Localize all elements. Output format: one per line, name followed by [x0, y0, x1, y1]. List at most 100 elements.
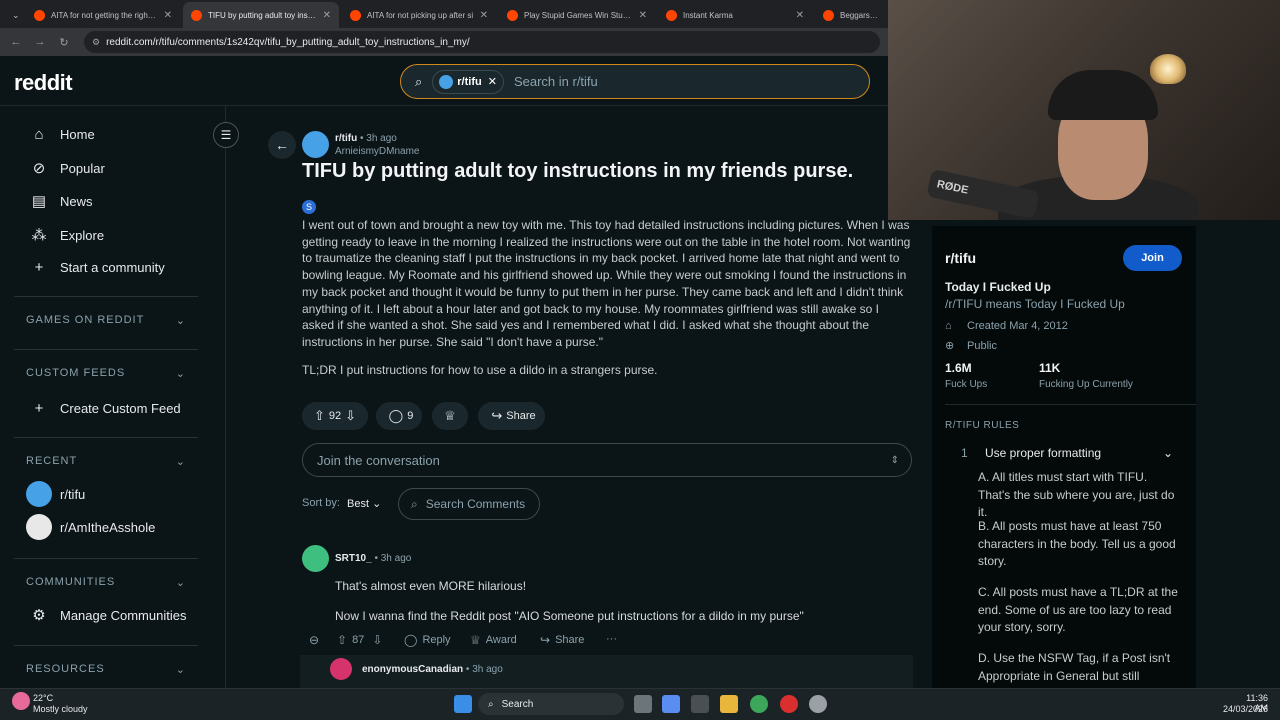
manage-communities-button[interactable]: ⚙ Manage Communities — [28, 606, 186, 624]
search-scope-chip[interactable]: r/tifu ✕ — [432, 69, 504, 94]
expand-icon: ⇕ — [890, 454, 899, 466]
close-tab-icon[interactable]: ✕ — [480, 10, 488, 21]
taskbar-search[interactable]: ⌕ Search — [478, 693, 624, 715]
close-tab-icon[interactable]: ✕ — [164, 10, 172, 21]
windows-start-icon[interactable] — [454, 695, 472, 713]
collapse-comment-button[interactable]: ⊖ — [309, 633, 324, 647]
opera-icon[interactable] — [780, 695, 798, 713]
online-count: 11K — [1039, 361, 1061, 375]
file-explorer-icon[interactable] — [720, 695, 738, 713]
section-communities[interactable]: COMMUNITIES ⌄ — [26, 576, 186, 589]
site-info-icon[interactable]: ⚙ — [92, 37, 100, 48]
commenter-avatar[interactable] — [302, 545, 329, 572]
rule-toggle[interactable]: 1 Use proper formatting ⌄ — [945, 441, 1185, 465]
sidebar-item-start-community[interactable]: + Start a community — [28, 259, 165, 276]
community-visibility: ⊕ Public — [945, 339, 997, 353]
browser-tab-5[interactable]: Instant Karma ✕ — [658, 2, 812, 28]
section-custom-feeds[interactable]: CUSTOM FEEDS ⌄ — [26, 367, 186, 380]
cake-icon: ⌂ — [945, 320, 952, 332]
chevron-down-icon: ⌄ — [175, 577, 186, 589]
search-input[interactable]: Search in r/tifu — [514, 74, 598, 89]
post-title: TIFU by putting adult toy instructions i… — [302, 160, 854, 182]
sidebar-item-news[interactable]: ▤ News — [28, 192, 93, 210]
section-resources[interactable]: RESOURCES ⌄ — [26, 663, 186, 676]
downvote-icon[interactable]: ⇩ — [345, 408, 356, 424]
tab-search-button[interactable]: ⌄ — [4, 2, 24, 28]
copilot-icon[interactable] — [662, 695, 680, 713]
comment-more-button[interactable]: ··· — [606, 633, 617, 645]
chrome-icon[interactable] — [750, 695, 768, 713]
subreddit-link[interactable]: r/tifu — [335, 133, 357, 144]
join-conversation-input[interactable]: Join the conversation ⇕ — [302, 443, 912, 477]
chevron-down-icon: ⌄ — [372, 498, 382, 510]
reload-icon[interactable]: ↻ — [52, 36, 76, 49]
back-arrow-icon: ← — [275, 137, 289, 153]
post-body: I went out of town and brought a new toy… — [302, 218, 911, 349]
sidebar-item-explore[interactable]: ⁂ Explore — [28, 226, 105, 244]
task-view-icon[interactable] — [634, 695, 652, 713]
reddit-logo[interactable]: reddit — [14, 70, 73, 96]
award-icon: ♕ — [444, 408, 456, 423]
globe-icon: ⊕ — [945, 340, 955, 352]
collapse-sidebar-button[interactable]: ☰ — [213, 122, 239, 148]
browser-tab-1[interactable]: AITA for not getting the right m ✕ — [26, 2, 180, 28]
comment-text-line: Now I wanna find the Reddit post "AIO So… — [335, 609, 804, 623]
recent-item-amitheasshole[interactable]: r/AmItheAsshole — [26, 514, 155, 540]
search-bar[interactable]: ⌕ r/tifu ✕ Search in r/tifu — [400, 64, 870, 99]
search-comments-input[interactable]: ⌕ Search Comments — [398, 488, 540, 520]
reddit-favicon-icon — [191, 9, 202, 21]
close-tab-icon[interactable]: ✕ — [796, 10, 804, 21]
sidebar-item-home[interactable]: ⌂ Home — [28, 126, 94, 143]
browser-tab-6[interactable]: Beggars can't — [815, 2, 888, 28]
comment-time: 3h ago — [472, 664, 503, 675]
sort-dropdown[interactable]: Best ⌄ — [347, 497, 381, 510]
rules-header: R/TIFU RULES — [945, 420, 1020, 431]
create-custom-feed-button[interactable]: + Create Custom Feed — [28, 400, 181, 417]
subreddit-avatar[interactable] — [302, 131, 329, 158]
post-meta: r/tifu • 3h ago — [335, 133, 397, 144]
comment-share-button[interactable]: ↪ Share — [540, 633, 584, 647]
recent-item-tifu[interactable]: r/tifu — [26, 481, 85, 507]
plus-icon: + — [34, 259, 44, 276]
comment-author[interactable]: enonymousCanadian — [362, 664, 463, 675]
section-recent[interactable]: RECENT ⌄ — [26, 455, 186, 468]
store-icon[interactable] — [691, 695, 709, 713]
browser-tab-4[interactable]: Play Stupid Games Win Stupid I ✕ — [499, 2, 655, 28]
chevron-down-icon: ⌄ — [175, 368, 186, 380]
plus-icon: + — [34, 400, 44, 417]
commenter-avatar[interactable] — [330, 658, 352, 680]
sidebar-item-popular[interactable]: ⊘ Popular — [28, 159, 105, 177]
app-icon[interactable] — [809, 695, 827, 713]
upvote-icon[interactable]: ⇧ — [314, 408, 325, 424]
reddit-favicon-icon — [666, 9, 677, 21]
share-button[interactable]: ↪ Share — [478, 402, 545, 430]
section-games-on-reddit[interactable]: GAMES ON REDDIT ⌄ — [26, 314, 186, 327]
browser-address-bar: ← → ↻ ⚙ reddit.com/r/tifu/comments/1s242… — [0, 28, 888, 56]
search-icon: ⌕ — [411, 496, 418, 511]
comment-award-button[interactable]: ♕ Award — [470, 633, 517, 647]
person-cap — [1048, 70, 1158, 120]
comment-reply-button[interactable]: ◯ Reply — [404, 633, 451, 647]
comment-author[interactable]: SRT10_ — [335, 553, 372, 564]
close-icon[interactable]: ✕ — [488, 75, 497, 88]
back-arrow-icon[interactable]: ← — [4, 36, 28, 48]
url-text: reddit.com/r/tifu/comments/1s242qv/tifu_… — [106, 36, 470, 48]
comments-button[interactable]: ◯ 9 — [376, 402, 422, 430]
upvote-icon[interactable]: ⇧ — [337, 633, 347, 647]
divider — [14, 645, 198, 646]
close-tab-icon[interactable]: ✕ — [323, 10, 331, 21]
rule-item: A. All titles must start with TIFU. That… — [978, 470, 1175, 519]
join-button[interactable]: Join — [1123, 245, 1182, 271]
back-button[interactable]: ← — [268, 131, 296, 159]
post-author[interactable]: ArnieismyDMname — [335, 146, 419, 157]
forward-arrow-icon[interactable]: → — [28, 36, 52, 48]
award-button[interactable]: ♕ — [432, 402, 468, 430]
close-tab-icon[interactable]: ✕ — [639, 10, 647, 21]
downvote-icon[interactable]: ⇩ — [372, 633, 382, 647]
chevron-down-icon: ⌄ — [1162, 446, 1173, 460]
browser-tab-2[interactable]: TIFU by putting adult toy instruc ✕ — [183, 2, 339, 28]
divider — [14, 296, 198, 297]
url-field[interactable]: ⚙ reddit.com/r/tifu/comments/1s242qv/tif… — [84, 31, 880, 53]
divider — [14, 349, 198, 350]
browser-tab-3[interactable]: AITA for not picking up after si ✕ — [342, 2, 496, 28]
